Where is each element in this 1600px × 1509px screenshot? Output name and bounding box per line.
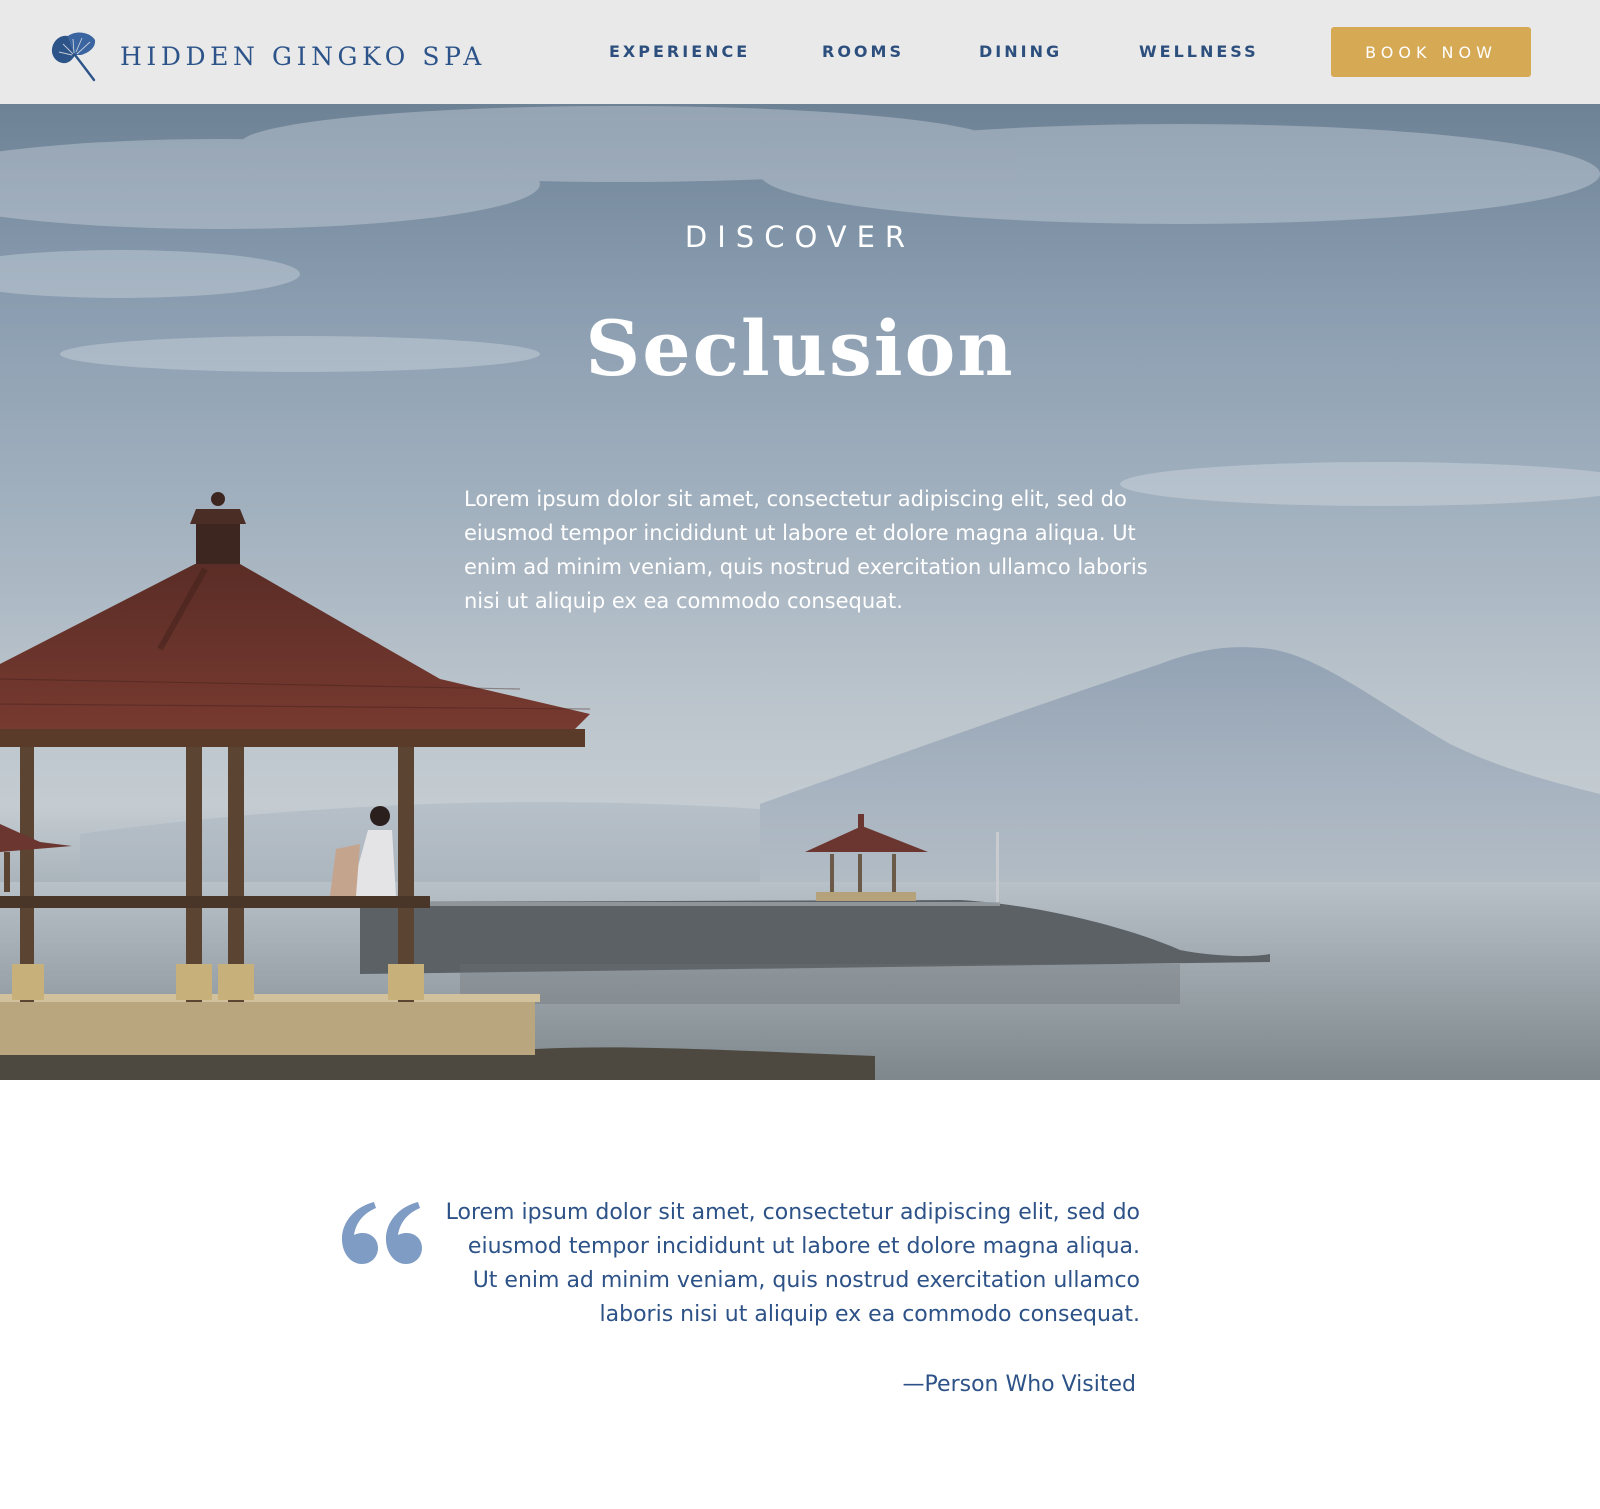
quote-mark-icon (341, 1202, 422, 1264)
hero-eyebrow: DISCOVER (684, 220, 916, 254)
site-header: HIDDEN GINGKO SPA EXPERIENCE ROOMS DININ… (0, 0, 1600, 104)
hero-description: Lorem ipsum dolor sit amet, consectetur … (464, 487, 1148, 613)
testimonial-author: —Person Who Visited (902, 1372, 1136, 1397)
testimonial-quote: Lorem ipsum dolor sit amet, consectetur … (445, 1200, 1140, 1327)
nav-rooms[interactable]: ROOMS (822, 40, 904, 64)
hero-section: DISCOVER Seclusion Lorem ipsum dolor sit… (0, 104, 1600, 1080)
hero-title: Seclusion (585, 304, 1015, 393)
nav-wellness[interactable]: WELLNESS (1139, 40, 1259, 64)
nav-dining[interactable]: DINING (979, 40, 1062, 64)
book-now-button[interactable]: BOOK NOW (1331, 27, 1531, 77)
testimonial-section: Lorem ipsum dolor sit amet, consectetur … (0, 1080, 1600, 1509)
nav-experience[interactable]: EXPERIENCE (609, 40, 750, 64)
